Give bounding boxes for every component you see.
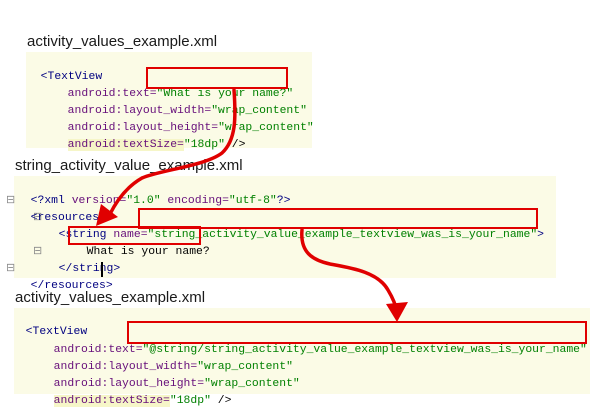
arrow-text-to-string-resource: [108, 88, 237, 216]
arrow-string-name-to-reference: [300, 228, 399, 314]
arrow-head-2: [386, 302, 408, 322]
arrows-overlay: [96, 88, 408, 322]
